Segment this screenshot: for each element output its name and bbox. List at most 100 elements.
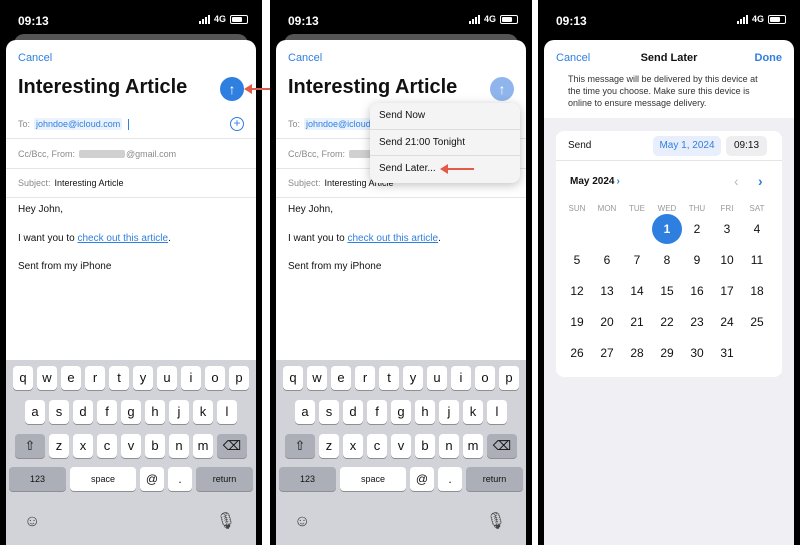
delete-key[interactable]: ⌫	[487, 434, 517, 458]
menu-item-send-tonight[interactable]: Send 21:00 Tonight	[370, 130, 520, 157]
emoji-icon[interactable]: ☺	[24, 513, 40, 531]
calendar-day[interactable]: 13	[592, 276, 622, 306]
key-at[interactable]: @	[410, 467, 434, 491]
key-g[interactable]: g	[391, 400, 411, 424]
done-button[interactable]: Done	[755, 52, 783, 64]
delete-key[interactable]: ⌫	[217, 434, 247, 458]
key-h[interactable]: h	[145, 400, 165, 424]
microphone-icon[interactable]: 🎙	[486, 511, 506, 531]
calendar-day[interactable]: 19	[562, 307, 592, 337]
key-i[interactable]: i	[181, 366, 201, 390]
key-f[interactable]: f	[367, 400, 387, 424]
calendar-day[interactable]: 9	[682, 245, 712, 275]
key-j[interactable]: j	[169, 400, 189, 424]
microphone-icon[interactable]: 🎙	[216, 511, 236, 531]
key-f[interactable]: f	[97, 400, 117, 424]
key-z[interactable]: z	[49, 434, 69, 458]
key-o[interactable]: o	[475, 366, 495, 390]
calendar-day[interactable]: 6	[592, 245, 622, 275]
key-x[interactable]: x	[73, 434, 93, 458]
key-g[interactable]: g	[121, 400, 141, 424]
calendar-day[interactable]: 28	[622, 338, 652, 368]
date-picker-button[interactable]: May 1, 2024	[653, 136, 721, 156]
key-k[interactable]: k	[463, 400, 483, 424]
calendar-day[interactable]: 3	[712, 214, 742, 244]
calendar-day[interactable]: 20	[592, 307, 622, 337]
calendar-day[interactable]: 15	[652, 276, 682, 306]
key-d[interactable]: d	[73, 400, 93, 424]
add-contact-icon[interactable]: +	[230, 117, 244, 131]
return-key[interactable]: return	[196, 467, 253, 491]
calendar-day[interactable]: 17	[712, 276, 742, 306]
menu-item-send-now[interactable]: Send Now	[370, 103, 520, 130]
recipient-chip[interactable]: johndoe@icloud.com	[34, 118, 123, 130]
key-e[interactable]: e	[331, 366, 351, 390]
space-key[interactable]: space	[70, 467, 136, 491]
calendar-day[interactable]: 10	[712, 245, 742, 275]
key-u[interactable]: u	[427, 366, 447, 390]
article-link[interactable]: check out this article	[347, 233, 438, 244]
key-n[interactable]: n	[169, 434, 189, 458]
return-key[interactable]: return	[466, 467, 523, 491]
key-v[interactable]: v	[391, 434, 411, 458]
calendar-day[interactable]: 8	[652, 245, 682, 275]
key-m[interactable]: m	[193, 434, 213, 458]
key-t[interactable]: t	[109, 366, 129, 390]
key-a[interactable]: a	[25, 400, 45, 424]
key-j[interactable]: j	[439, 400, 459, 424]
key-p[interactable]: p	[499, 366, 519, 390]
send-button[interactable]: ↑	[220, 77, 244, 101]
calendar-day[interactable]: 25	[742, 307, 772, 337]
key-r[interactable]: r	[355, 366, 375, 390]
cancel-button[interactable]: Cancel	[556, 52, 590, 64]
calendar-day[interactable]: 18	[742, 276, 772, 306]
key-w[interactable]: w	[37, 366, 57, 390]
calendar-day[interactable]: 11	[742, 245, 772, 275]
calendar-day[interactable]: 16	[682, 276, 712, 306]
calendar-day[interactable]: 22	[652, 307, 682, 337]
key-m[interactable]: m	[463, 434, 483, 458]
calendar-day[interactable]: 26	[562, 338, 592, 368]
calendar-day[interactable]: 4	[742, 214, 772, 244]
cancel-button[interactable]: Cancel	[18, 52, 52, 64]
calendar-day[interactable]: 5	[562, 245, 592, 275]
key-x[interactable]: x	[343, 434, 363, 458]
cancel-button[interactable]: Cancel	[288, 52, 322, 64]
key-s[interactable]: s	[319, 400, 339, 424]
key-period[interactable]: .	[438, 467, 462, 491]
subject-field[interactable]: Subject: Interesting Article	[6, 169, 256, 198]
send-button[interactable]: ↑	[490, 77, 514, 101]
to-field[interactable]: To: johndoe@icloud.com +	[6, 110, 256, 139]
calendar-day[interactable]: 31	[712, 338, 742, 368]
calendar-day[interactable]: 21	[622, 307, 652, 337]
calendar-day[interactable]: 29	[652, 338, 682, 368]
calendar-day[interactable]: 14	[622, 276, 652, 306]
key-l[interactable]: l	[487, 400, 507, 424]
calendar-day[interactable]: 23	[682, 307, 712, 337]
space-key[interactable]: space	[340, 467, 406, 491]
cc-from-field[interactable]: Cc/Bcc, From: @gmail.com	[6, 140, 256, 169]
calendar-day[interactable]: 2	[682, 214, 712, 244]
key-d[interactable]: d	[343, 400, 363, 424]
key-o[interactable]: o	[205, 366, 225, 390]
article-link[interactable]: check out this article	[77, 233, 168, 244]
key-n[interactable]: n	[439, 434, 459, 458]
key-w[interactable]: w	[307, 366, 327, 390]
key-y[interactable]: y	[133, 366, 153, 390]
key-u[interactable]: u	[157, 366, 177, 390]
calendar-day[interactable]: 24	[712, 307, 742, 337]
key-period[interactable]: .	[168, 467, 192, 491]
numbers-key[interactable]: 123	[9, 467, 66, 491]
key-q[interactable]: q	[283, 366, 303, 390]
next-month-icon[interactable]: ›	[758, 173, 763, 189]
key-v[interactable]: v	[121, 434, 141, 458]
key-r[interactable]: r	[85, 366, 105, 390]
time-picker-button[interactable]: 09:13	[726, 136, 767, 156]
calendar-day[interactable]: 30	[682, 338, 712, 368]
emoji-icon[interactable]: ☺	[294, 513, 310, 531]
month-selector[interactable]: May 2024 ›	[570, 176, 620, 187]
key-i[interactable]: i	[451, 366, 471, 390]
calendar-day[interactable]: 7	[622, 245, 652, 275]
key-b[interactable]: b	[145, 434, 165, 458]
key-e[interactable]: e	[61, 366, 81, 390]
